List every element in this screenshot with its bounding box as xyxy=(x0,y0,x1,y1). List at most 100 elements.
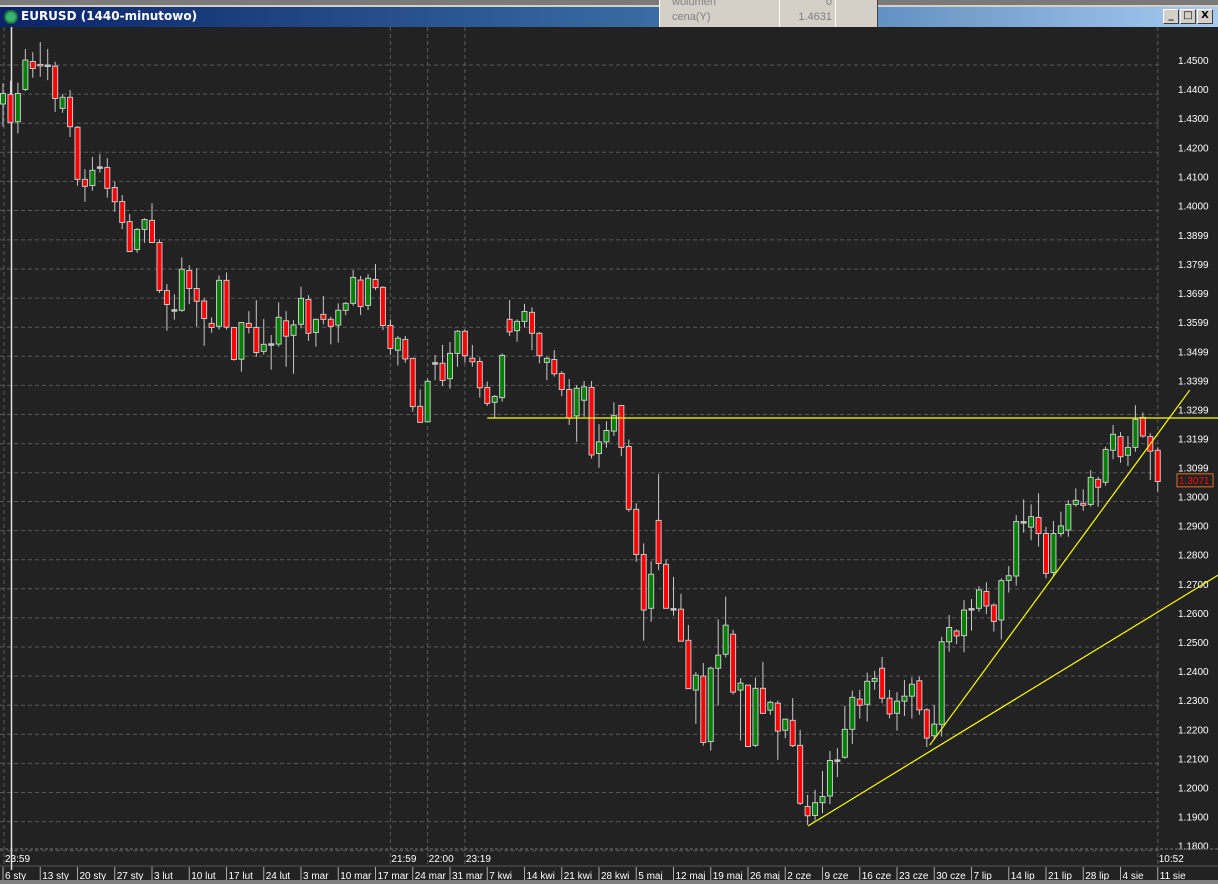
candle-up[interactable] xyxy=(692,674,699,691)
candle-down[interactable] xyxy=(1139,416,1146,437)
candle-up[interactable] xyxy=(931,723,938,737)
candle-down[interactable] xyxy=(983,590,990,607)
candle-up[interactable] xyxy=(1057,525,1064,535)
candle-up[interactable] xyxy=(581,386,588,401)
candle-up[interactable] xyxy=(1005,575,1012,581)
candle-down[interactable] xyxy=(625,446,632,510)
candle-up[interactable] xyxy=(975,589,982,609)
candle-up[interactable] xyxy=(543,357,550,363)
candle-up[interactable] xyxy=(424,380,431,423)
candle-up[interactable] xyxy=(454,330,461,354)
candle-up[interactable] xyxy=(290,324,297,336)
candle-up[interactable] xyxy=(1028,516,1035,528)
candle-down[interactable] xyxy=(923,709,930,739)
candle-down[interactable] xyxy=(230,326,237,360)
candle-down[interactable] xyxy=(67,96,74,128)
minimize-button[interactable]: _ xyxy=(1163,9,1179,24)
candle-down[interactable] xyxy=(156,242,163,292)
candle-up[interactable] xyxy=(946,627,953,643)
candle-down[interactable] xyxy=(730,633,737,693)
candle-up[interactable] xyxy=(260,343,267,352)
candle-up[interactable] xyxy=(596,441,602,454)
candle-down[interactable] xyxy=(327,318,334,327)
candle-down[interactable] xyxy=(528,311,535,334)
candle-down[interactable] xyxy=(74,126,81,180)
candle-up[interactable] xyxy=(59,96,66,109)
candle-down[interactable] xyxy=(879,667,886,699)
candle-up[interactable] xyxy=(715,654,722,669)
candle-down[interactable] xyxy=(52,65,59,99)
candle-down[interactable] xyxy=(476,361,483,389)
candle-doji[interactable] xyxy=(96,166,103,169)
candle-up[interactable] xyxy=(648,573,655,609)
candle-down[interactable] xyxy=(245,322,252,328)
candle-down[interactable] xyxy=(379,286,386,326)
candle-down[interactable] xyxy=(618,404,625,448)
candle-doji[interactable] xyxy=(171,309,178,312)
candle-down[interactable] xyxy=(916,680,923,711)
candle-up[interactable] xyxy=(752,687,759,746)
candle-up[interactable] xyxy=(901,695,908,702)
candle-up[interactable] xyxy=(447,352,453,380)
candle-down[interactable] xyxy=(700,675,707,743)
candle-up[interactable] xyxy=(350,276,357,304)
candle-up[interactable] xyxy=(841,728,848,758)
candle-up[interactable] xyxy=(14,93,21,123)
candle-down[interactable] xyxy=(469,357,476,363)
candle-up[interactable] xyxy=(938,641,945,725)
candle-doji[interactable] xyxy=(670,608,677,611)
candle-up[interactable] xyxy=(89,169,96,186)
candle-down[interactable] xyxy=(745,684,751,748)
candle-up[interactable] xyxy=(298,297,304,325)
candle-down[interactable] xyxy=(685,639,692,690)
candle-up[interactable] xyxy=(722,624,729,655)
candle-down[interactable] xyxy=(372,278,379,289)
candle-up[interactable] xyxy=(1132,418,1139,448)
candle-up[interactable] xyxy=(812,802,819,816)
candle-up[interactable] xyxy=(1087,476,1094,505)
candle-up[interactable] xyxy=(1072,499,1079,505)
candle-down[interactable] xyxy=(804,805,811,817)
candle-down[interactable] xyxy=(305,299,312,334)
candle-up[interactable] xyxy=(908,683,915,697)
candle-doji[interactable] xyxy=(432,362,439,365)
candle-down[interactable] xyxy=(37,63,44,67)
candle-up[interactable] xyxy=(1124,446,1131,456)
candle-up[interactable] xyxy=(394,337,401,351)
candle-up[interactable] xyxy=(275,316,282,345)
close-button[interactable]: X xyxy=(1197,9,1213,24)
candle-down[interactable] xyxy=(402,338,409,360)
candle-down[interactable] xyxy=(29,61,36,69)
candle-up[interactable] xyxy=(737,682,744,691)
candle-down[interactable] xyxy=(566,388,573,419)
maximize-button[interactable]: □ xyxy=(1180,9,1196,24)
candle-down[interactable] xyxy=(320,313,327,320)
candle-down[interactable] xyxy=(104,166,111,189)
candle-up[interactable] xyxy=(871,677,878,682)
candle-up[interactable] xyxy=(238,322,245,360)
candle-up[interactable] xyxy=(767,701,774,711)
candle-down[interactable] xyxy=(409,357,416,408)
candle-down[interactable] xyxy=(789,719,796,747)
candle-down[interactable] xyxy=(1117,436,1124,458)
candle-down[interactable] xyxy=(953,630,960,637)
candle-doji[interactable] xyxy=(1020,521,1027,524)
candle-up[interactable] xyxy=(1013,521,1020,577)
candle-down[interactable] xyxy=(193,287,200,302)
candle-up[interactable] xyxy=(22,59,29,90)
candle-up[interactable] xyxy=(603,429,610,443)
candle-up[interactable] xyxy=(782,718,789,731)
candle-down[interactable] xyxy=(633,508,640,555)
candle-down[interactable] xyxy=(797,744,804,804)
candle-down[interactable] xyxy=(201,300,208,319)
candle-down[interactable] xyxy=(774,702,781,732)
candle-down[interactable] xyxy=(1154,449,1161,482)
candle-up[interactable] xyxy=(342,302,349,311)
candle-doji[interactable] xyxy=(834,759,841,762)
candle-down[interactable] xyxy=(1080,502,1087,506)
candle-down[interactable] xyxy=(223,279,230,328)
candle-down[interactable] xyxy=(886,697,893,715)
candle-down[interactable] xyxy=(588,386,595,456)
candle-up[interactable] xyxy=(141,219,148,230)
candle-down[interactable] xyxy=(119,200,126,223)
